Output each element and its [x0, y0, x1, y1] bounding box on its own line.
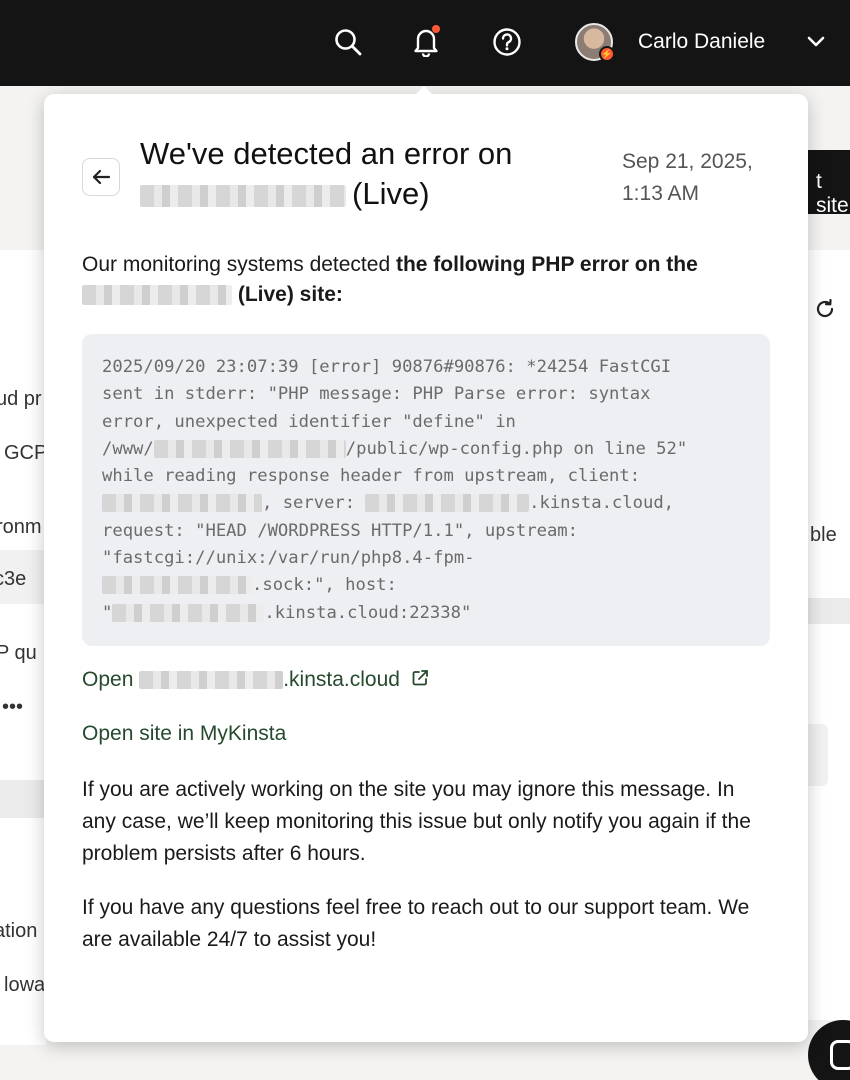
- notification-date: Sep 21, 2025, 1:13 AM: [622, 150, 753, 205]
- background-divider: [0, 780, 46, 818]
- top-navigation-bar: ⚡ Carlo Daniele: [0, 0, 850, 86]
- background-divider: [808, 598, 850, 624]
- arrow-left-icon: [92, 169, 111, 185]
- open-in-mykinsta-link[interactable]: Open site in MyKinsta: [82, 722, 286, 746]
- notification-popup: We've detected an error on (Live) Sep 21…: [44, 94, 808, 1042]
- background-text: lowa: [4, 974, 46, 996]
- redacted-site-name: [140, 184, 346, 207]
- redacted-site-name: [82, 285, 232, 306]
- background-right-panel: [808, 250, 850, 1020]
- search-icon[interactable]: [330, 24, 366, 60]
- popup-arrow: [414, 86, 434, 96]
- external-link-icon: [412, 670, 428, 686]
- info-paragraph: If you are actively working on the site …: [82, 778, 751, 865]
- lightning-badge-icon: ⚡: [599, 46, 615, 62]
- support-paragraph: If you have any questions feel free to r…: [82, 896, 750, 951]
- back-button[interactable]: [82, 158, 120, 196]
- background-text: ronm: [0, 516, 42, 538]
- background-text: c3e: [0, 568, 27, 590]
- user-name[interactable]: Carlo Daniele: [638, 30, 765, 54]
- redacted-path: [153, 439, 346, 458]
- redacted-domain: [139, 671, 284, 690]
- open-site-link[interactable]: Open .kinsta.cloud: [82, 668, 430, 692]
- redacted-socket: [102, 576, 252, 595]
- avatar[interactable]: ⚡: [575, 23, 615, 62]
- chat-button[interactable]: [808, 1020, 850, 1080]
- chat-icon: [830, 1040, 850, 1070]
- notification-title: We've detected an error on (Live): [140, 136, 513, 211]
- refresh-icon[interactable]: [812, 296, 838, 322]
- background-text: •••: [2, 696, 24, 718]
- background-text: ud pr: [0, 388, 42, 410]
- redacted-host: [112, 603, 265, 622]
- chevron-down-icon[interactable]: [804, 30, 828, 54]
- bell-icon[interactable]: [408, 24, 444, 60]
- background-field: [808, 724, 828, 786]
- redacted-client-ip: [102, 494, 262, 513]
- background-text: GCP: [4, 442, 48, 464]
- background-text: ble: [810, 524, 837, 546]
- error-log-block: 2025/09/20 23:07:39 [error] 90876#90876:…: [82, 334, 770, 646]
- background-text: ation: [0, 920, 38, 942]
- intro-text: Our monitoring systems detected the foll…: [82, 253, 698, 306]
- background-text: P qu: [0, 642, 37, 664]
- notification-dot: [432, 25, 440, 33]
- redacted-server: [365, 494, 530, 513]
- help-icon[interactable]: [489, 24, 525, 60]
